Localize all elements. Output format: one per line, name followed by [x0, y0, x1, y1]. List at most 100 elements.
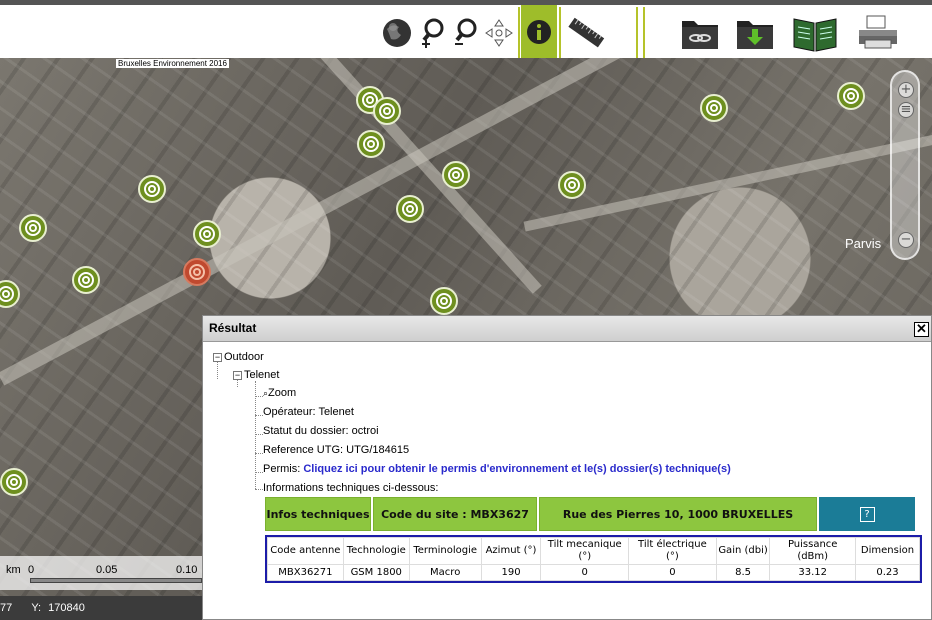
tree-node-telenet[interactable]: − Telenet	[233, 369, 279, 381]
scale-tick: 0	[28, 564, 35, 576]
antenna-table: Code antenne Technologie Terminologie Az…	[265, 535, 922, 583]
toolbar-separator	[643, 7, 645, 59]
antenna-marker[interactable]	[442, 161, 470, 189]
download-button[interactable]	[735, 10, 775, 56]
column-header: Tilt mecanique (°)	[540, 537, 630, 565]
zoom-slider[interactable]: + ≡ −	[890, 70, 920, 260]
antenna-marker[interactable]	[357, 130, 385, 158]
help-cell: ?	[819, 497, 915, 531]
pan-icon	[485, 19, 513, 47]
column-header: Tilt électrique (°)	[628, 537, 717, 565]
y-coordinate: 170840	[48, 602, 85, 614]
tree-connector	[255, 489, 263, 490]
collapse-icon[interactable]: −	[233, 370, 242, 380]
antenna-icon	[564, 177, 580, 193]
manual-button[interactable]	[790, 10, 840, 56]
toolbar-separator	[636, 7, 638, 59]
antenna-marker[interactable]	[193, 220, 221, 248]
zoom-link[interactable]: ⌕Zoom	[263, 387, 296, 399]
toolbar-separator	[518, 7, 520, 59]
scale-bar-line	[30, 578, 202, 583]
map-place-label: Parvis	[845, 236, 882, 251]
antenna-icon	[379, 103, 395, 119]
zoom-handle[interactable]: ≡	[898, 102, 914, 118]
table-cell: 8.5	[715, 564, 771, 581]
link-button[interactable]	[680, 10, 720, 56]
scale-tick: 0.10	[176, 564, 198, 576]
permis-line: Permis: Cliquez ici pour obtenir le perm…	[263, 463, 731, 475]
zoom-in-control[interactable]: +	[898, 82, 914, 98]
tree-node-outdoor[interactable]: − Outdoor	[213, 351, 264, 363]
antenna-marker[interactable]	[19, 214, 47, 242]
antenna-icon	[363, 136, 379, 152]
antenna-marker[interactable]	[373, 97, 401, 125]
panel-header: Résultat ✕	[203, 316, 931, 342]
antenna-marker[interactable]	[700, 94, 728, 122]
antenna-icon	[448, 167, 464, 183]
antenna-marker[interactable]	[558, 171, 586, 199]
print-button[interactable]	[855, 10, 901, 56]
measure-button[interactable]	[566, 10, 606, 56]
antenna-marker[interactable]	[837, 82, 865, 110]
antenna-icon	[0, 286, 14, 302]
close-button[interactable]: ✕	[914, 322, 929, 337]
antenna-icon	[436, 293, 452, 309]
column-header: Azimut (°)	[480, 537, 542, 565]
map-copyright: Bruxelles Environnement 2016	[116, 59, 229, 68]
infos-techniques-cell: Infos techniques	[265, 497, 371, 531]
scale-unit: km	[6, 564, 21, 576]
antenna-marker[interactable]	[72, 266, 100, 294]
tree-label: Telenet	[244, 369, 280, 381]
pan-button[interactable]	[484, 10, 514, 56]
antenna-icon	[189, 264, 205, 280]
antenna-marker[interactable]	[430, 287, 458, 315]
download-folder-icon	[737, 21, 773, 49]
antenna-icon	[402, 201, 418, 217]
toolbar-separator	[559, 7, 561, 59]
antenna-icon	[706, 100, 722, 116]
permis-label: Permis:	[263, 463, 304, 475]
table-cell: 0	[540, 564, 630, 581]
result-panel: Résultat ✕ − Outdoor − Telenet ⌕Zoom Opéra…	[202, 315, 932, 620]
info-icon	[527, 19, 551, 44]
column-header: Terminologie	[408, 537, 482, 565]
antenna-marker[interactable]	[138, 175, 166, 203]
antenna-marker[interactable]	[0, 468, 28, 496]
coordinates-readout: 77 Y: 170840	[0, 596, 202, 620]
tree-connector	[255, 415, 263, 416]
scale-bar: km 0 0.05 0.10	[0, 556, 202, 590]
antenna-marker[interactable]	[396, 195, 424, 223]
table-cell: GSM 1800	[342, 564, 410, 581]
info-button[interactable]	[521, 5, 557, 58]
statut-line: Statut du dossier: octroi	[263, 425, 379, 437]
selected-antenna-marker[interactable]	[183, 258, 211, 286]
column-header: Gain (dbi)	[715, 537, 771, 565]
globe-button[interactable]	[380, 10, 414, 56]
link-folder-icon	[682, 21, 718, 49]
antenna-icon	[25, 220, 41, 236]
antenna-marker[interactable]	[0, 280, 20, 308]
tree-label: Outdoor	[224, 351, 264, 363]
zoom-out-button[interactable]	[452, 10, 480, 56]
column-header: Technologie	[342, 537, 410, 565]
zoom-out-control[interactable]: −	[898, 232, 914, 248]
table-cell: 0	[628, 564, 717, 581]
reference-line: Reference UTG: UTG/184615	[263, 444, 410, 456]
tree-connector	[217, 361, 218, 379]
permis-link[interactable]: Cliquez ici pour obtenir le permis d'env…	[303, 463, 730, 475]
tree-connector	[255, 472, 263, 473]
antenna-icon	[6, 474, 22, 490]
help-icon[interactable]: ?	[859, 506, 875, 522]
tree-connector	[255, 396, 263, 397]
table-cell: MBX36271	[267, 564, 344, 581]
zoom-out-icon	[455, 18, 477, 45]
operateur-line: Opérateur: Telenet	[263, 406, 354, 418]
table-cell: 190	[480, 564, 542, 581]
table-cell: 33.12	[769, 564, 857, 581]
zoom-in-button[interactable]	[419, 10, 447, 56]
table-cell: 0.23	[855, 564, 920, 581]
table-row: MBX36271 GSM 1800 Macro 190 0 0 8.5 33.1…	[267, 564, 920, 581]
info-tech-line: Informations techniques ci-dessous:	[263, 482, 439, 494]
globe-icon	[383, 19, 411, 47]
collapse-icon[interactable]: −	[213, 352, 222, 362]
